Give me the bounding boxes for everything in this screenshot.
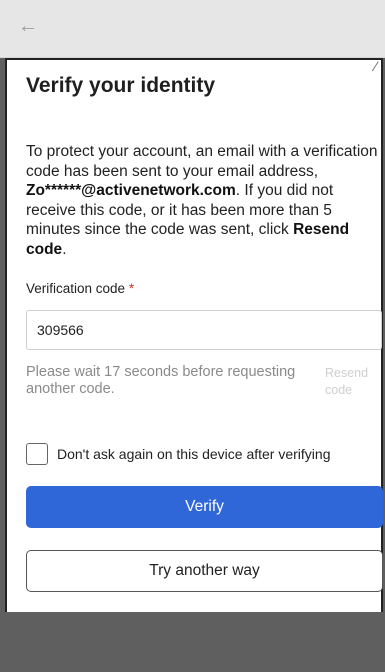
try-another-way-button[interactable]: Try another way bbox=[26, 550, 383, 592]
verification-code-label-text: Verification code bbox=[26, 281, 126, 296]
remember-device-label[interactable]: Don't ask again on this device after ver… bbox=[57, 446, 331, 462]
page-title: Verify your identity bbox=[26, 74, 216, 97]
bottom-overlay bbox=[0, 612, 385, 672]
required-marker: * bbox=[128, 281, 135, 296]
close-icon[interactable]: ⁄ bbox=[375, 58, 377, 74]
resend-code-button[interactable]: Resend code bbox=[325, 365, 377, 399]
top-bar: ← bbox=[0, 0, 385, 58]
resend-wait-message: Please wait 17 seconds before requesting… bbox=[26, 364, 296, 397]
description-text-1: To protect your account, an email with a… bbox=[26, 143, 378, 180]
verification-code-input[interactable] bbox=[26, 310, 382, 350]
masked-email: Zo******@activenetwork.com bbox=[26, 182, 236, 199]
verification-code-label: Verification code * bbox=[26, 281, 134, 296]
arrow-left-icon[interactable]: ← bbox=[18, 16, 38, 36]
verification-description: To protect your account, an email with a… bbox=[26, 142, 378, 259]
remember-device-checkbox[interactable] bbox=[26, 443, 48, 465]
screen: ← ⁄ Verify your identity To protect your… bbox=[0, 0, 385, 672]
remember-device-row[interactable]: Don't ask again on this device after ver… bbox=[26, 443, 331, 465]
description-text-3: . bbox=[62, 240, 67, 258]
verify-identity-card: ⁄ Verify your identity To protect your a… bbox=[5, 58, 383, 612]
verify-button[interactable]: Verify bbox=[26, 486, 383, 528]
